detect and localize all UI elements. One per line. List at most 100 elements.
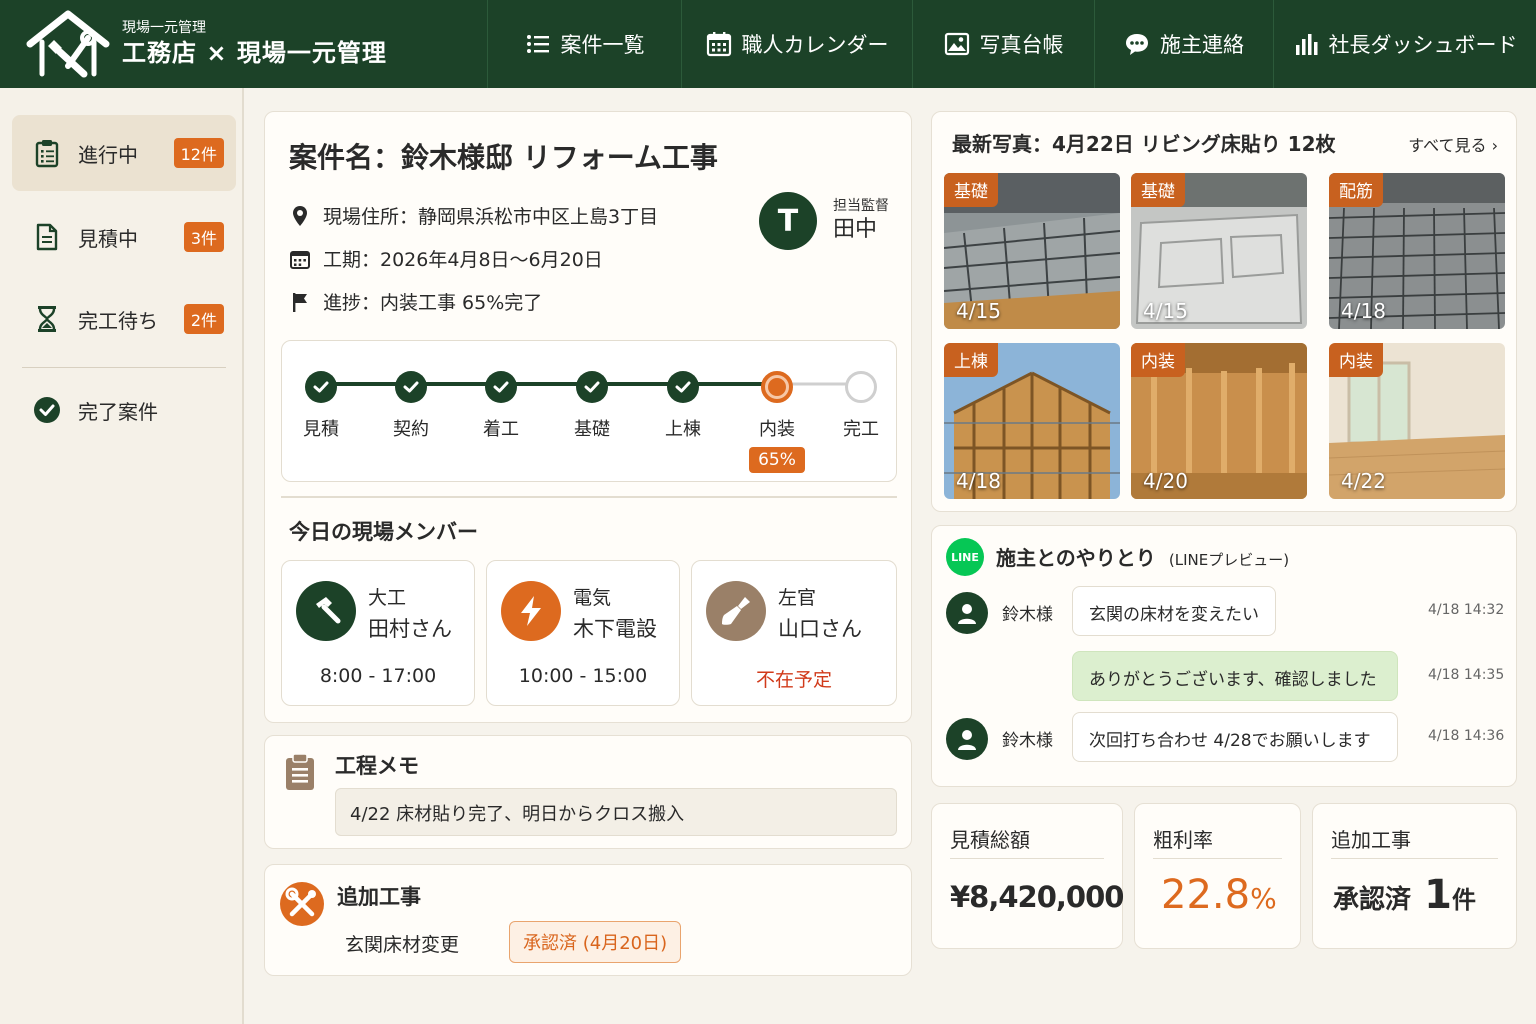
photo-tag: 内装 [1329, 343, 1383, 377]
check-circle-icon [34, 397, 60, 423]
project-title: 案件名：鈴木様邸 リフォーム工事 [289, 141, 718, 174]
step-label: 着工 [483, 419, 519, 440]
list-icon [526, 35, 549, 53]
line-app-icon: LINE [946, 538, 984, 576]
bar-chart-icon [1295, 34, 1317, 55]
photo-thumb[interactable]: 基礎 4/15 [944, 173, 1120, 329]
photo-date: 4/18 [1341, 299, 1386, 323]
count-badge: 12件 [173, 138, 224, 168]
sidebar-item-estimating[interactable]: 見積中 3件 [12, 199, 236, 275]
member-name: 山口さん [778, 617, 862, 641]
kpi-label: 見積総額 [950, 828, 1030, 852]
photo-tag: 基礎 [944, 173, 998, 207]
divider [950, 858, 1104, 859]
photo-tag: 内装 [1131, 343, 1185, 377]
photo-thumb[interactable]: 上棟 4/18 [944, 343, 1120, 499]
photos-title: 最新写真：4月22日 リビング床貼り 12枚 [952, 132, 1336, 156]
photo-date: 4/18 [956, 469, 1001, 493]
message-bubble[interactable]: ありがとうございます、確認しました [1072, 651, 1398, 701]
project-progress: 進捗：内装工事 65%完了 [289, 288, 542, 315]
member-card-electrician[interactable]: 電気 木下電設 10:00 - 15:00 [486, 560, 680, 706]
supervisor-avatar: T [759, 192, 817, 250]
member-name: 木下電設 [573, 617, 657, 641]
divider [281, 496, 897, 498]
house-tools-logo-icon [26, 10, 110, 78]
document-icon [36, 223, 58, 251]
supervisor-label: 担当監督 [833, 198, 889, 214]
members-title: 今日の現場メンバー [289, 520, 478, 544]
member-role: 電気 [573, 587, 612, 609]
supervisor-name: 田中 [833, 217, 878, 242]
memo-title: 工程メモ [335, 754, 419, 778]
nav-label: 案件一覧 [560, 33, 645, 57]
hourglass-icon [38, 306, 56, 332]
step-label: 内装 [759, 419, 795, 440]
message-bubble[interactable]: 玄関の床材を変えたい [1072, 586, 1276, 636]
calendar-icon [290, 250, 310, 269]
memo-card: 工程メモ 4/22 床材貼り完了、明日からクロス搬入 [264, 735, 912, 849]
divider [1153, 858, 1282, 859]
divider [1331, 858, 1498, 859]
member-card-plasterer[interactable]: 左官 山口さん 不在予定 [691, 560, 897, 706]
kpi-label: 粗利率 [1153, 828, 1213, 852]
member-time: 10:00 - 15:00 [518, 665, 648, 687]
user-avatar-icon [946, 718, 988, 760]
current-step-marker [761, 371, 793, 403]
progress-text: 進捗：内装工事 65%完了 [323, 292, 543, 314]
check-icon [576, 371, 608, 403]
step-contract: 契約 [376, 371, 446, 441]
project-period: 工期：2026年4月8日〜6月20日 [289, 245, 603, 272]
chat-message: ありがとうございます、確認しました 4/18 14:35 [946, 651, 1506, 703]
photo-thumb[interactable]: 基礎 4/15 [1131, 173, 1307, 329]
photo-tag: 配筋 [1329, 173, 1383, 207]
approval-status-badge: 承認済 (4月20日) [509, 921, 682, 963]
photo-thumb[interactable]: 内装 4/22 [1329, 343, 1505, 499]
additional-work-title: 追加工事 [337, 885, 421, 909]
memo-text[interactable]: 4/22 床材貼り完了、明日からクロス搬入 [335, 788, 897, 836]
photo-date: 4/20 [1143, 469, 1188, 493]
member-card-carpenter[interactable]: 大工 田村さん 8:00 - 17:00 [281, 560, 475, 706]
sidebar-item-in-progress[interactable]: 進行中 12件 [12, 115, 236, 191]
project-card: 案件名：鈴木様邸 リフォーム工事 現場住所：静岡県浜松市中区上島3丁目 工期：2… [264, 111, 912, 723]
margin-number: 22.8 [1161, 872, 1251, 918]
sidebar-item-awaiting-completion[interactable]: 完工待ち 2件 [12, 281, 236, 357]
message-time: 4/18 14:35 [1428, 667, 1505, 683]
brand[interactable]: 現場一元管理 工務店 × 現場一元管理 [0, 0, 488, 88]
step-label: 契約 [393, 419, 429, 440]
sidebar-divider [22, 367, 226, 368]
check-icon [485, 371, 517, 403]
photo-date: 4/15 [956, 299, 1001, 323]
photo-thumb[interactable]: 配筋 4/18 [1329, 173, 1505, 329]
step-label: 完工 [843, 419, 879, 440]
photo-date: 4/22 [1341, 469, 1386, 493]
kpi-estimate-card[interactable]: 見積総額 ¥8,420,000 [931, 803, 1124, 949]
nav-owner-contact[interactable]: 施主連絡 [1095, 0, 1274, 88]
nav-label: 社長ダッシュボード [1328, 33, 1518, 57]
app-header: 現場一元管理 工務店 × 現場一元管理 案件一覧 職人カレンダー 写真台帳 施主… [0, 0, 1536, 88]
trowel-icon [706, 581, 766, 641]
nav-photo-ledger[interactable]: 写真台帳 [913, 0, 1095, 88]
supervisor[interactable]: T 担当監督 田中 [759, 192, 889, 250]
hammer-icon [296, 581, 356, 641]
step-label: 見積 [303, 419, 339, 440]
view-all-link[interactable]: すべて見る › [1408, 132, 1498, 156]
nav-label: 施主連絡 [1160, 33, 1244, 57]
message-bubble[interactable]: 次回打ち合わせ 4/28でお願いします [1072, 712, 1398, 762]
sidebar: 進行中 12件 見積中 3件 完工待ち 2件 完了案件 [0, 88, 244, 1024]
photo-thumb[interactable]: 内装 4/20 [1131, 343, 1307, 499]
calendar-icon [706, 32, 731, 57]
nav-president-dashboard[interactable]: 社長ダッシュボード [1274, 0, 1536, 88]
sidebar-item-completed[interactable]: 完了案件 [12, 372, 236, 448]
project-address: 現場住所：静岡県浜松市中区上島3丁目 [289, 202, 658, 229]
lightning-icon [501, 581, 561, 641]
period-text: 工期：2026年4月8日〜6月20日 [323, 249, 603, 271]
nav-project-list[interactable]: 案件一覧 [488, 0, 682, 88]
chat-message: 鈴木様 玄関の床材を変えたい 4/18 14:32 [946, 586, 1506, 638]
kpi-value: ¥8,420,000 [950, 880, 1124, 914]
margin-unit: % [1250, 882, 1277, 915]
kpi-margin-card[interactable]: 粗利率 22.8% [1134, 803, 1301, 949]
kpi-additional-card[interactable]: 追加工事 承認済 1件 [1312, 803, 1517, 949]
chat-message: 鈴木様 次回打ち合わせ 4/28でお願いします 4/18 14:36 [946, 712, 1506, 764]
address-text: 現場住所：静岡県浜松市中区上島3丁目 [323, 206, 659, 228]
nav-craftsman-calendar[interactable]: 職人カレンダー [682, 0, 913, 88]
